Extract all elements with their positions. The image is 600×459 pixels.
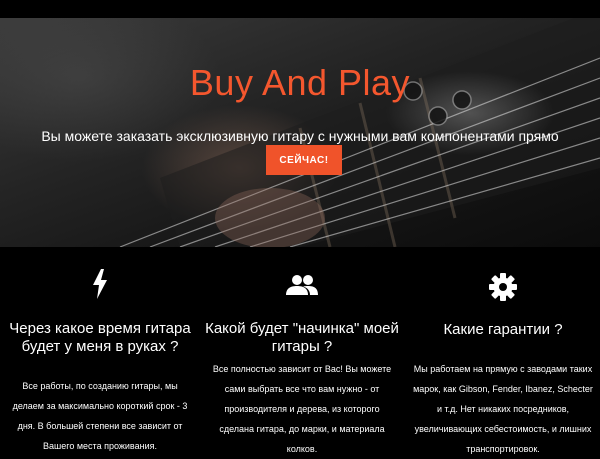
feature-text: Мы работаем на прямую с заводами таких м…	[413, 364, 593, 454]
feature-text: Все работы, по созданию гитары, мы делае…	[12, 381, 188, 451]
lightning-bolt-icon	[92, 269, 108, 304]
feature-text: Все полностью зависит от Вас! Вы можете …	[212, 364, 392, 454]
people-icon	[286, 275, 318, 300]
gear-icon	[489, 273, 517, 306]
order-now-button[interactable]: СЕЙЧАС!	[266, 145, 342, 175]
features-section: Через какое время гитара будет у меня в …	[0, 247, 600, 454]
hero-subtitle: Вы можете заказать эксклюзивную гитару с…	[41, 128, 559, 144]
feature-title: Какие гарантии ?	[443, 321, 563, 338]
feature-title: Какой будет "начинка" моей гитары ?	[205, 320, 399, 355]
hero-banner: Buy And Play Вы можете заказать эксклюзи…	[0, 18, 600, 247]
feature-title: Через какое время гитара будет у меня в …	[9, 320, 191, 355]
hero-title: Buy And Play	[189, 62, 411, 103]
